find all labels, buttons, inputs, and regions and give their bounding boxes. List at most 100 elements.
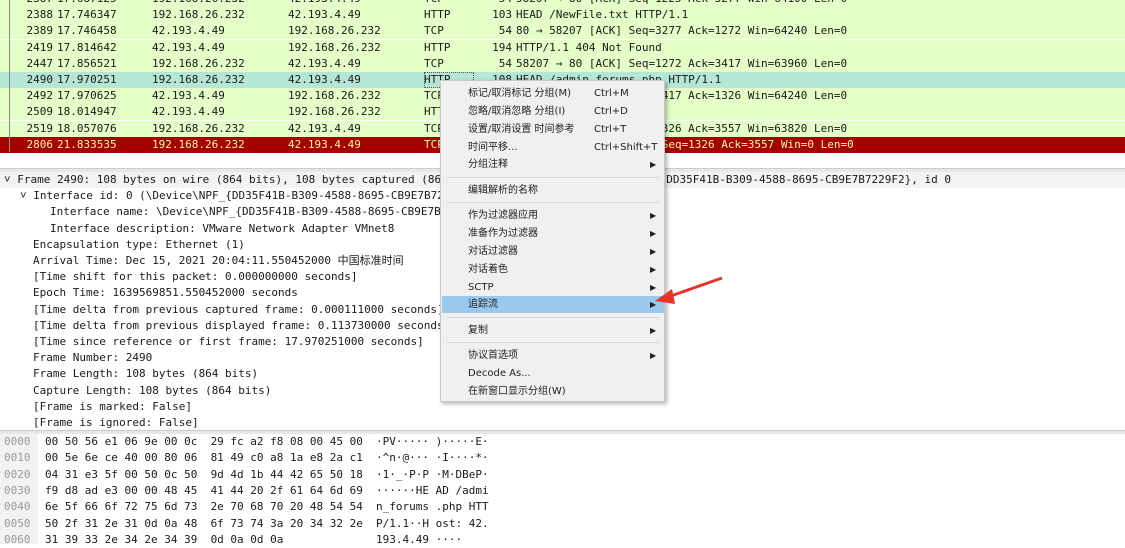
- packet-src: 192.168.26.232: [152, 137, 245, 151]
- packet-src: 42.193.4.49: [152, 105, 225, 119]
- hex-ascii[interactable]: P/1.1··H ost: 42.: [376, 516, 489, 532]
- menu-item[interactable]: 对话过滤器 ▶: [442, 243, 664, 260]
- menu-item-label: 设置/取消设置 时间参考: [468, 124, 575, 135]
- packet-bytes-pane[interactable]: 0000 00 50 56 e1 06 9e 00 0c 29 fc a2 f8 …: [0, 434, 1125, 546]
- menu-item-label: 分组注释: [468, 159, 508, 170]
- packet-time: 17.970251: [57, 73, 117, 86]
- hex-off[interactable]: 0030: [4, 483, 31, 499]
- packet-time: 17.746347: [57, 8, 117, 22]
- hex-ascii[interactable]: ·1·_·P·P ·M·DBeP·: [376, 467, 489, 483]
- menu-item[interactable]: Decode As...: [442, 365, 664, 382]
- conversation-tree-line: [9, 0, 17, 152]
- hex-ascii[interactable]: ·PV····· )·····E·: [376, 434, 489, 450]
- hex-bytes[interactable]: 50 2f 31 2e 31 0d 0a 48 6f 73 74 3a 20 3…: [45, 516, 363, 532]
- hex-ascii[interactable]: n_forums .php HTT: [376, 499, 489, 515]
- detail-item[interactable]: [Time shift for this packet: 0.000000000…: [33, 269, 358, 285]
- detail-item[interactable]: Interface description: VMware Network Ad…: [50, 221, 394, 237]
- menu-item-label: Decode As...: [468, 368, 531, 379]
- menu-item-label: 复制: [468, 325, 488, 336]
- detail-item[interactable]: Arrival Time: Dec 15, 2021 20:04:11.5504…: [33, 253, 404, 269]
- detail-item[interactable]: Frame Number: 2490: [33, 350, 152, 366]
- packet-row[interactable]: 238717.687125 192.168.26.232 42.193.4.49 TC…: [0, 0, 1125, 7]
- menu-item[interactable]: 对话着色 ▶: [442, 261, 664, 278]
- packet-dst: 42.193.4.49: [288, 121, 361, 135]
- packet-no: 2519: [26, 121, 54, 135]
- menu-item[interactable]: SCTP ▶: [442, 279, 664, 296]
- hex-bytes[interactable]: 31 39 33 2e 34 2e 34 39 0d 0a 0d 0a: [45, 532, 283, 548]
- menu-item-label: 标记/取消标记 分组(M): [468, 88, 571, 99]
- packet-src: 192.168.26.232: [152, 73, 245, 86]
- hex-ascii[interactable]: ·^n·@··· ·I····*·: [376, 450, 489, 466]
- packet-src: 192.168.26.232: [152, 56, 245, 70]
- menu-item[interactable]: 在新窗口显示分组(W): [442, 383, 664, 400]
- packet-row[interactable]: 2447 17.856521 192.168.26.232 42.193.4.49 TC…: [0, 55, 1125, 72]
- packet-info: HTTP/1.1 404 Not Found: [516, 40, 662, 54]
- packet-info: 58207 → 80 [ACK] Seq=1225 Ack=3277 Win=6…: [516, 0, 847, 7]
- detail-item[interactable]: ˅ Interface id: 0 (\Device\NPF_{DD35F41B…: [20, 188, 484, 204]
- packet-time: 21.833535: [57, 137, 117, 151]
- detail-item[interactable]: Capture Length: 108 bytes (864 bits): [33, 383, 271, 399]
- packet-proto: TCP: [424, 0, 444, 7]
- detail-item[interactable]: Frame Length: 108 bytes (864 bits): [33, 366, 258, 382]
- hex-off[interactable]: 0000: [4, 434, 31, 450]
- hex-off[interactable]: 0040: [4, 499, 31, 515]
- packet-info: 80 → 58207 [ACK] Seq=3277 Ack=1272 Win=6…: [516, 24, 848, 38]
- hex-off[interactable]: 0020: [4, 467, 31, 483]
- menu-item[interactable]: 复制 ▶: [442, 322, 664, 339]
- menu-item[interactable]: 作为过滤器应用 ▶: [442, 207, 664, 224]
- menu-separator: [447, 177, 659, 178]
- detail-item[interactable]: [Frame is marked: False]: [33, 399, 192, 415]
- menu-separator: [447, 342, 659, 343]
- menu-item[interactable]: 准备作为过滤器 ▶: [442, 225, 664, 242]
- hex-bytes[interactable]: f9 d8 ad e3 00 00 48 45 41 44 20 2f 61 6…: [45, 483, 363, 499]
- packet-src: 192.168.26.232: [152, 0, 245, 7]
- hex-ascii[interactable]: 193.4.49 ····: [376, 532, 462, 548]
- packet-row[interactable]: 2389 17.746458 42.193.4.49 192.168.26.232 TC…: [0, 23, 1125, 40]
- packet-row[interactable]: 2388 17.746347 192.168.26.232 42.193.4.49 HT…: [0, 7, 1125, 24]
- menu-item-label: SCTP: [468, 282, 494, 293]
- detail-item[interactable]: [Time delta from previous captured frame…: [33, 302, 444, 318]
- detail-item[interactable]: [Frame is ignored: False]: [33, 415, 199, 430]
- menu-item[interactable]: 时间平移... Ctrl+Shift+T: [442, 139, 664, 156]
- submenu-arrow-icon: ▶: [650, 211, 657, 220]
- hex-off[interactable]: 0060: [4, 532, 31, 548]
- packet-no: 2509: [26, 105, 54, 119]
- context-menu[interactable]: 标记/取消标记 分组(M) Ctrl+M 忽略/取消忽略 分组(I) Ctrl+D 设置…: [440, 80, 665, 402]
- menu-item[interactable]: 追踪流 ▶: [442, 296, 664, 313]
- hex-off[interactable]: 0050: [4, 516, 31, 532]
- menu-item-label: 追踪流: [468, 299, 498, 310]
- detail-item[interactable]: Epoch Time: 1639569851.550452000 seconds: [33, 285, 298, 301]
- submenu-arrow-icon: ▶: [650, 229, 657, 238]
- menu-item[interactable]: 标记/取消标记 分组(M) Ctrl+M: [442, 85, 664, 102]
- packet-proto: TCP: [424, 24, 444, 38]
- submenu-arrow-icon: ▶: [650, 247, 657, 256]
- packet-row[interactable]: 2419 17.814642 42.193.4.49 192.168.26.232 HT…: [0, 39, 1125, 56]
- detail-item[interactable]: [Time since reference or first frame: 17…: [33, 334, 424, 350]
- menu-item-label: 协议首选项: [468, 350, 518, 361]
- hex-bytes[interactable]: 6e 5f 66 6f 72 75 6d 73 2e 70 68 70 20 4…: [45, 499, 363, 515]
- packet-dst: 192.168.26.232: [288, 105, 381, 119]
- menu-item[interactable]: 协议首选项 ▶: [442, 347, 664, 364]
- packet-dst: 42.193.4.49: [288, 0, 361, 7]
- detail-item[interactable]: [Time delta from previous displayed fram…: [33, 318, 450, 334]
- menu-item[interactable]: 分组注释 ▶: [442, 156, 664, 173]
- menu-item-shortcut: Ctrl+T: [594, 124, 627, 135]
- detail-item[interactable]: Interface name: \Device\NPF_{DD35F41B-B3…: [50, 204, 487, 220]
- hex-off[interactable]: 0010: [4, 450, 31, 466]
- packet-src: 42.193.4.49: [152, 89, 225, 103]
- packet-src: 192.168.26.232: [152, 121, 245, 135]
- packet-info: 58207 → 80 [ACK] Seq=1272 Ack=3417 Win=6…: [516, 56, 848, 70]
- hex-bytes[interactable]: 00 50 56 e1 06 9e 00 0c 29 fc a2 f8 08 0…: [45, 434, 363, 450]
- submenu-arrow-icon: ▶: [650, 351, 657, 360]
- menu-item[interactable]: 编辑解析的名称: [442, 182, 664, 199]
- hex-bytes[interactable]: 00 5e 6e ce 40 00 80 06 81 49 c0 a8 1a e…: [45, 450, 363, 466]
- menu-item-label: 忽略/取消忽略 分组(I): [468, 106, 566, 117]
- packet-len: 103: [492, 8, 512, 22]
- menu-item[interactable]: 忽略/取消忽略 分组(I) Ctrl+D: [442, 103, 664, 120]
- hex-ascii[interactable]: ······HE AD /admi: [376, 483, 489, 499]
- menu-item[interactable]: 设置/取消设置 时间参考 Ctrl+T: [442, 121, 664, 138]
- detail-item[interactable]: Encapsulation type: Ethernet (1): [33, 237, 245, 253]
- hex-bytes[interactable]: 04 31 e3 5f 00 50 0c 50 9d 4d 1b 44 42 6…: [45, 467, 363, 483]
- menu-item-label: 准备作为过滤器: [468, 228, 538, 239]
- packet-dst: 42.193.4.49: [288, 73, 361, 86]
